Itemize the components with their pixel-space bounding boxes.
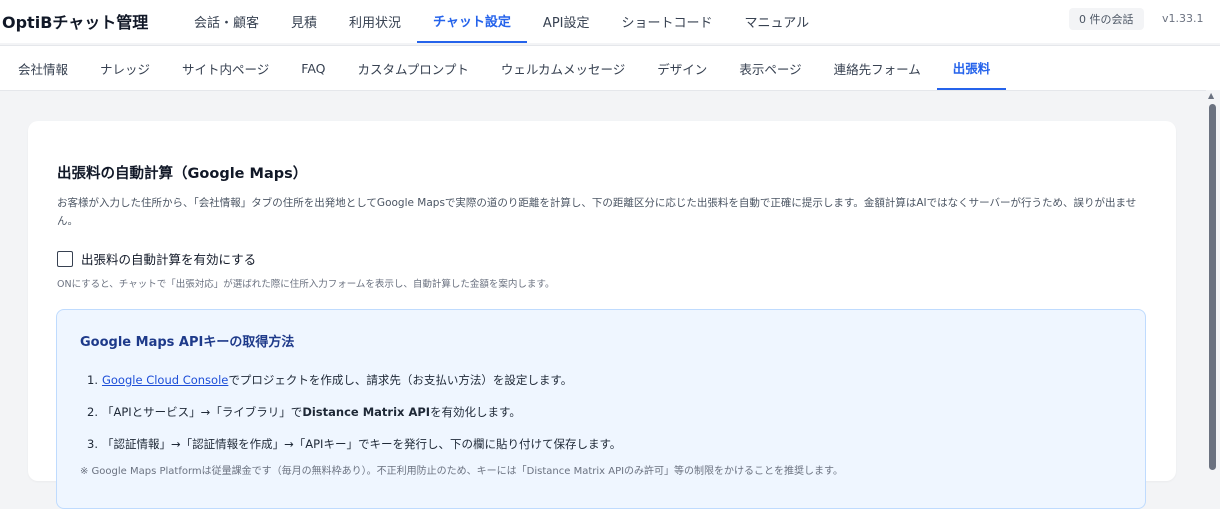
settings-sub-nav: 会社情報 ナレッジ サイト内ページ FAQ カスタムプロンプト ウェルカムメッセ… xyxy=(2,46,1007,90)
api-key-info-box: Google Maps APIキーの取得方法 1. Google Cloud C… xyxy=(56,309,1146,509)
tab-shortcode[interactable]: ショートコード xyxy=(606,0,729,43)
step-text: 「認証情報」→「認証情報を作成」→「APIキー」でキーを発行し、下の欄に貼り付け… xyxy=(101,437,622,451)
section-title: 出張料の自動計算（Google Maps） xyxy=(57,166,308,182)
api-steps-list: 1. Google Cloud Console でプロジェクトを作成し、請求先（… xyxy=(87,364,621,460)
version-label: v1.33.1 xyxy=(1162,12,1204,25)
tab-estimates[interactable]: 見積 xyxy=(275,0,333,43)
subtab-design[interactable]: デザイン xyxy=(641,46,723,90)
tab-manual[interactable]: マニュアル xyxy=(729,0,826,43)
section-description: お客様が入力した住所から、「会社情報」タブの住所を出発地としてGoogle Ma… xyxy=(57,197,1137,227)
step-number: 3. xyxy=(87,437,98,451)
scrollbar-thumb[interactable] xyxy=(1209,104,1216,470)
subtab-contact-form[interactable]: 連絡先フォーム xyxy=(818,46,937,90)
settings-sub-nav-bar: 会社情報 ナレッジ サイト内ページ FAQ カスタムプロンプト ウェルカムメッセ… xyxy=(0,45,1220,91)
tab-api-settings[interactable]: API設定 xyxy=(527,0,606,43)
tab-chat-settings[interactable]: チャット設定 xyxy=(417,0,527,43)
api-step-2: 2. 「APIとサービス」→「ライブラリ」で Distance Matrix A… xyxy=(87,396,621,428)
step-number: 2. xyxy=(87,405,98,419)
subtab-site-pages[interactable]: サイト内ページ xyxy=(166,46,285,90)
auto-calc-help-text: ONにすると、チャットで「出張対応」が選ばれた際に住所入力フォームを表示し、自動… xyxy=(57,279,555,290)
subtab-custom-prompt[interactable]: カスタムプロンプト xyxy=(342,46,485,90)
step-text: を有効化します。 xyxy=(430,405,521,419)
tab-conversations[interactable]: 会話・顧客 xyxy=(178,0,275,43)
app-brand: OptiBチャット管理 xyxy=(2,13,149,32)
scrollbar[interactable]: ▲ xyxy=(1206,90,1220,470)
auto-calc-toggle[interactable]: 出張料の自動計算を有効にする xyxy=(57,249,256,268)
step-number: 1. xyxy=(87,373,98,387)
top-nav: 会話・顧客 見積 利用状況 チャット設定 API設定 ショートコード マニュアル xyxy=(178,0,825,43)
travel-fee-settings-card: 出張料の自動計算（Google Maps） お客様が入力した住所から、「会社情報… xyxy=(28,121,1176,509)
subtab-display-pages[interactable]: 表示ページ xyxy=(723,46,817,90)
subtab-knowledge[interactable]: ナレッジ xyxy=(84,46,166,90)
auto-calc-label[interactable]: 出張料の自動計算を有効にする xyxy=(81,249,256,268)
subtab-travel-fee[interactable]: 出張料 xyxy=(936,46,1007,90)
api-info-title: Google Maps APIキーの取得方法 xyxy=(80,335,295,350)
subtab-faq[interactable]: FAQ xyxy=(285,46,341,90)
step-text: 「APIとサービス」→「ライブラリ」で xyxy=(101,405,303,419)
api-step-3: 3. 「認証情報」→「認証情報を作成」→「APIキー」でキーを発行し、下の欄に貼… xyxy=(87,428,621,460)
scroll-up-arrow-icon[interactable]: ▲ xyxy=(1208,92,1214,100)
subtab-welcome-message[interactable]: ウェルカムメッセージ xyxy=(485,46,641,90)
step-api-name: Distance Matrix API xyxy=(302,405,431,419)
tab-usage[interactable]: 利用状況 xyxy=(333,0,417,43)
google-cloud-console-link[interactable]: Google Cloud Console xyxy=(102,373,228,387)
auto-calc-checkbox[interactable] xyxy=(57,250,73,267)
top-bar: OptiBチャット管理 会話・顧客 見積 利用状況 チャット設定 API設定 シ… xyxy=(0,0,1220,43)
step-text: でプロジェクトを作成し、請求先（お支払い方法）を設定します。 xyxy=(228,373,573,387)
subtab-company-info[interactable]: 会社情報 xyxy=(2,46,84,90)
api-step-1: 1. Google Cloud Console でプロジェクトを作成し、請求先（… xyxy=(87,364,621,396)
conversation-count-badge[interactable]: 0 件の会話 xyxy=(1069,8,1144,30)
